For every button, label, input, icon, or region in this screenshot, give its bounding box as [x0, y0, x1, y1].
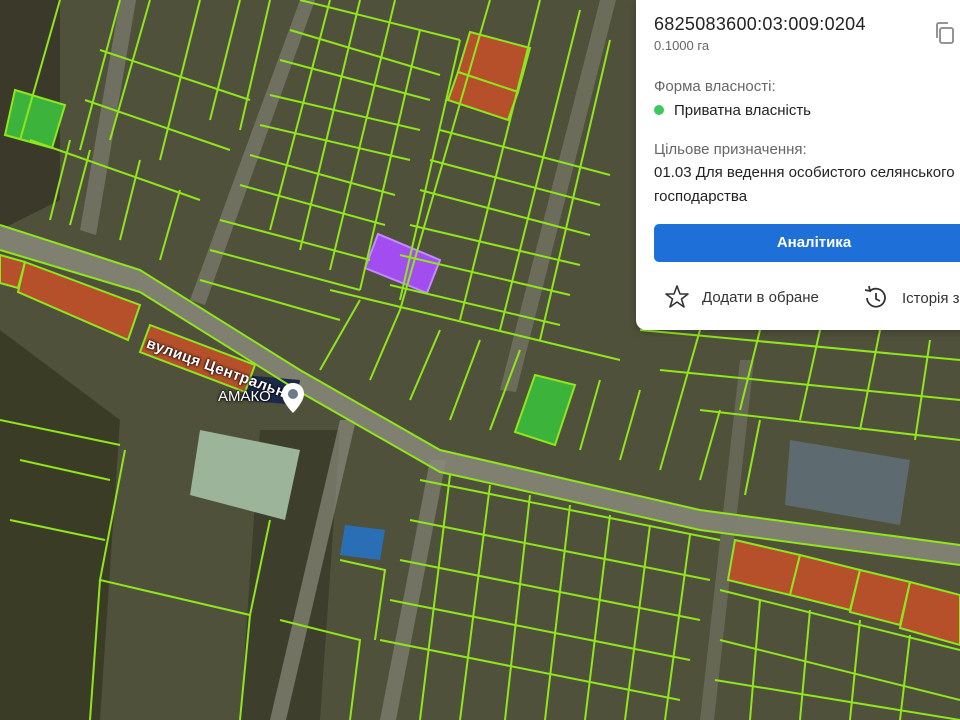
- ownership-value: Приватна власність: [654, 99, 811, 123]
- status-dot-icon: [654, 105, 664, 115]
- parcel-info-panel: 6825083600:03:009:0204 0.1000 га Форма в…: [636, 0, 960, 330]
- add-favorite-button[interactable]: Додати в обране: [664, 284, 819, 310]
- location-pin-icon[interactable]: [280, 382, 306, 414]
- history-button[interactable]: Історія змін: [862, 284, 960, 312]
- ownership-label: Форма власності:: [654, 78, 776, 95]
- analytics-button[interactable]: Аналітика: [654, 224, 960, 262]
- ownership-text: Приватна власність: [674, 102, 811, 119]
- parcel-area: 0.1000 га: [654, 38, 710, 53]
- history-icon: [864, 285, 886, 308]
- star-icon: [665, 285, 689, 308]
- purpose-label: Цільове призначення:: [654, 141, 807, 158]
- history-label: Історія змін: [902, 289, 960, 307]
- purpose-line-1: 01.03 Для ведення особистого селянського: [654, 164, 955, 181]
- add-favorite-label: Додати в обране: [702, 288, 819, 306]
- copy-icon[interactable]: [932, 20, 958, 46]
- purpose-line-2: господарства: [654, 188, 748, 205]
- poi-label[interactable]: АМАКО: [218, 388, 271, 405]
- cadastral-number: 6825083600:03:009:0204: [654, 14, 866, 34]
